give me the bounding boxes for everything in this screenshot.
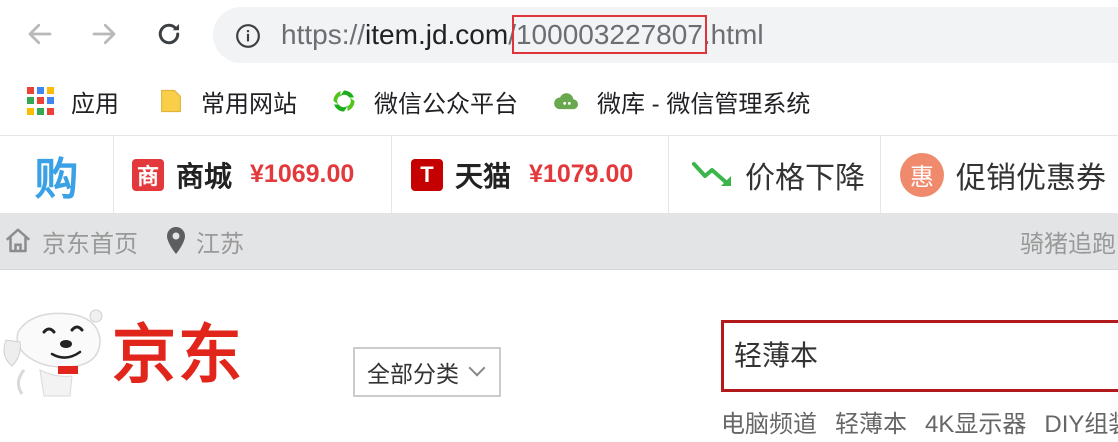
- store-name: 商城: [176, 160, 233, 192]
- arrow-right-icon: [92, 23, 116, 45]
- coupon-badge-icon: 惠: [900, 152, 944, 197]
- bookmark-label: 常用网站: [201, 90, 297, 118]
- jd-logo-text: 京东: [112, 319, 244, 393]
- url-suffix: .html: [702, 19, 764, 50]
- price-drop-label: 价格下降: [745, 161, 865, 195]
- url-host: item.jd.com: [365, 19, 509, 50]
- url-slash: /: [508, 19, 516, 50]
- bookmark-label: 应用: [71, 90, 119, 118]
- folder-icon: [161, 89, 181, 113]
- bookmarks-bar: 应用 常用网站 微信公众平台 微库 - 微信管理系统: [0, 70, 1118, 132]
- apps-grid-icon: [27, 87, 55, 115]
- tmall-badge-icon: T: [411, 158, 443, 191]
- jd-home-link[interactable]: 京东首页: [2, 225, 138, 258]
- forward-button[interactable]: [84, 14, 124, 54]
- location-pin-icon: [167, 227, 185, 254]
- store-name: 天猫: [455, 160, 512, 192]
- reload-button[interactable]: [149, 14, 189, 54]
- arrow-left-icon: [28, 23, 52, 45]
- search-input[interactable]: 轻薄本: [721, 320, 1118, 392]
- trend-down-icon: [692, 161, 731, 186]
- url-text[interactable]: https://item.jd.com/100003227807.html: [281, 15, 764, 54]
- bookmark-label: 微库 - 微信管理系统: [597, 90, 811, 118]
- coupon-label: 促销优惠券: [956, 161, 1106, 195]
- category-select[interactable]: 全部分类: [353, 347, 501, 397]
- bookmark-label: 微信公众平台: [374, 90, 518, 118]
- category-select-value: 全部分类: [367, 361, 459, 387]
- bookmark-common-sites[interactable]: 常用网站: [157, 84, 297, 118]
- hotword-link[interactable]: DIY组装: [1044, 404, 1118, 438]
- hotwords-list: 电脑频道 轻薄本 4K显示器 DIY组装: [721, 404, 1118, 438]
- url-product-id-highlight: 100003227807: [511, 15, 707, 54]
- store-jd-price[interactable]: 商 商城 ¥1069.00: [114, 136, 392, 213]
- browser-toolbar: https://item.jd.com/100003227807.html: [0, 0, 1118, 70]
- extension-logo[interactable]: 购: [0, 136, 114, 213]
- price-compare-extension-bar: 购 商 商城 ¥1069.00 T 天猫 ¥1079.00 价格下降 惠 促销优…: [0, 135, 1118, 214]
- jd-mall-badge-icon: 商: [132, 158, 164, 191]
- location-selector[interactable]: 江苏: [164, 225, 244, 258]
- wechat-mp-icon: [333, 90, 355, 112]
- reload-icon: [158, 23, 180, 45]
- search-input-value: 轻薄本: [734, 340, 819, 371]
- bookmark-wechat-mp[interactable]: 微信公众平台: [330, 84, 518, 118]
- store-tmall-price[interactable]: T 天猫 ¥1079.00: [392, 136, 669, 213]
- info-icon[interactable]: [235, 23, 261, 49]
- url-scheme: https://: [281, 19, 366, 50]
- user-name-label: 骑猪追跑: [1020, 230, 1116, 258]
- jd-home-label: 京东首页: [42, 230, 138, 258]
- coupon-button[interactable]: 惠 促销优惠券: [881, 136, 1118, 213]
- hotword-link[interactable]: 4K显示器: [925, 404, 1026, 438]
- location-label: 江苏: [196, 230, 244, 258]
- user-name-link[interactable]: 骑猪追跑: [1020, 225, 1116, 258]
- home-icon: [5, 228, 31, 253]
- store-price: ¥1069.00: [250, 160, 355, 188]
- store-price: ¥1079.00: [529, 160, 634, 188]
- back-button[interactable]: [20, 14, 60, 54]
- gou-logo-icon: 购: [34, 153, 79, 205]
- hotword-link[interactable]: 电脑频道: [721, 404, 817, 438]
- address-bar[interactable]: https://item.jd.com/100003227807.html: [213, 7, 1118, 63]
- weiku-cloud-icon: [554, 93, 579, 110]
- hotword-link[interactable]: 轻薄本: [835, 404, 907, 438]
- bookmark-weiku[interactable]: 微库 - 微信管理系统: [553, 84, 810, 118]
- price-drop-button[interactable]: 价格下降: [669, 136, 881, 213]
- jd-shortcut-bar: 京东首页 江苏 骑猪追跑: [0, 213, 1118, 270]
- bookmark-apps[interactable]: 应用: [27, 84, 119, 118]
- chevron-down-icon: [468, 359, 486, 377]
